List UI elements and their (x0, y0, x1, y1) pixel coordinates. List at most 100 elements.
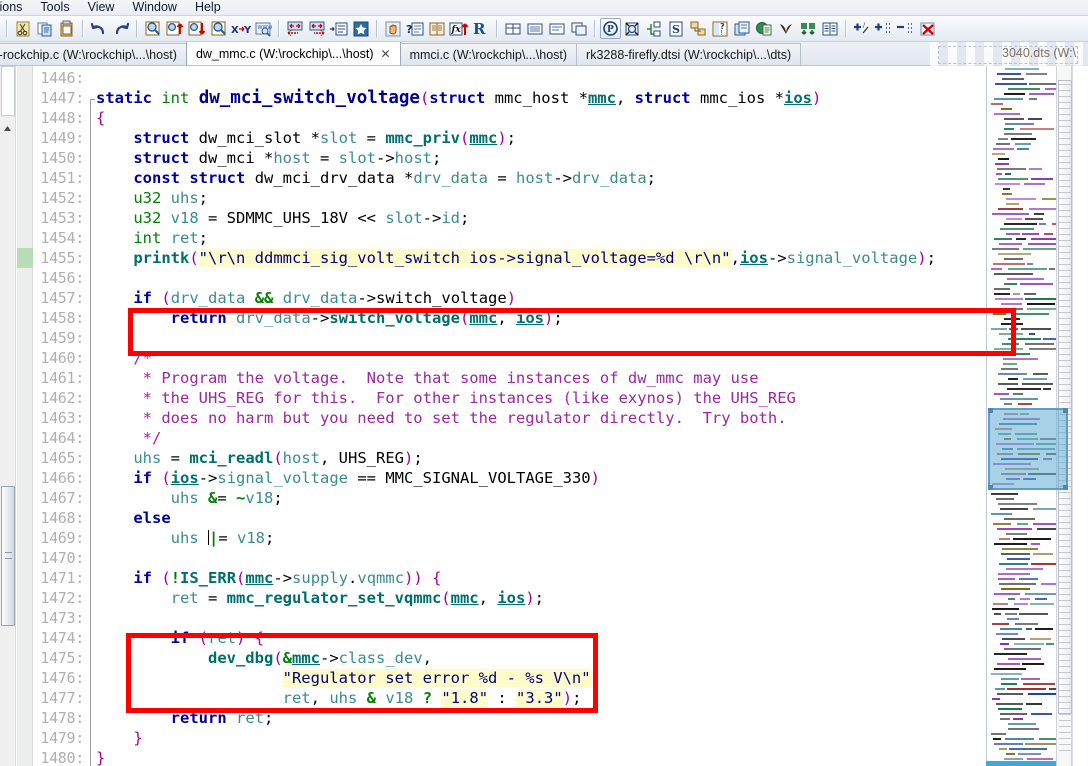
minimap-scroll-tick (1059, 576, 1071, 577)
code-line[interactable]: if (ret) { (96, 628, 986, 648)
symbol-window-icon[interactable]: S (665, 18, 687, 40)
vertical-split-icon[interactable] (546, 18, 568, 40)
code-line[interactable]: ret, uhs & v18 ? "1.8" : "3.3"); (96, 688, 986, 708)
outer-vertical-scrollbar[interactable] (0, 66, 16, 766)
code-line[interactable]: if (drv_data && drv_data->switch_voltage… (96, 288, 986, 308)
minimap-scroll-tick (1059, 618, 1071, 619)
tile-windows-icon[interactable] (502, 18, 524, 40)
code-line[interactable]: if (ios->signal_voltage == MMC_SIGNAL_VO… (96, 468, 986, 488)
code-line[interactable]: */ (96, 428, 986, 448)
horizontal-split-icon[interactable] (524, 18, 546, 40)
code-line[interactable]: dev_dbg(&mmc->class_dev, (96, 648, 986, 668)
code-line[interactable]: uhs &= ~v18; (96, 488, 986, 508)
relation-table-icon[interactable] (819, 18, 841, 40)
code-line[interactable]: int ret; (96, 228, 986, 248)
search-down-icon[interactable] (186, 18, 208, 40)
minimap-viewport[interactable] (988, 408, 1068, 490)
code-line[interactable] (96, 328, 986, 348)
minimap-code-line (997, 73, 1021, 75)
relation-icon[interactable] (687, 18, 709, 40)
remove-file-icon[interactable] (895, 18, 917, 40)
add-remove-icon[interactable]: / (851, 18, 873, 40)
minimap-code-line (1024, 293, 1036, 295)
tab-rk3288-firefly-dtsi[interactable]: rk3288-firefly.dtsi (W:\rockchip\...\dts… (576, 43, 802, 65)
code-line[interactable]: else (96, 508, 986, 528)
redo-icon[interactable] (110, 18, 132, 40)
copy-icon[interactable] (34, 18, 56, 40)
duplicate-window-icon[interactable] (568, 18, 590, 40)
minimap-scroll-tick (1059, 246, 1071, 247)
undo-icon[interactable] (88, 18, 110, 40)
clip-window-icon[interactable] (731, 18, 753, 40)
browse-icon[interactable] (753, 18, 775, 40)
code-line[interactable]: struct dw_mci_slot *slot = mmc_priv(mmc)… (96, 128, 986, 148)
code-line[interactable]: * Program the voltage. Note that some in… (96, 368, 986, 388)
goto-line-icon[interactable] (328, 18, 350, 40)
compare-icon[interactable] (797, 18, 819, 40)
code-line[interactable]: printk("\r\n ddmmci_sig_volt_switch ios-… (96, 248, 986, 268)
code-line[interactable] (96, 268, 986, 288)
search-file-icon[interactable] (208, 18, 230, 40)
minimap-scroll-tick (1059, 546, 1071, 547)
menu-help[interactable]: Help (186, 0, 230, 15)
code-line[interactable] (96, 548, 986, 568)
code-line[interactable] (96, 68, 986, 88)
add-file-icon[interactable] (873, 18, 895, 40)
search-up-icon[interactable] (164, 18, 186, 40)
code-minimap[interactable] (986, 66, 1088, 766)
menu-options[interactable]: tions (0, 0, 31, 15)
code-line[interactable]: * the UHS_REG for this. For other instan… (96, 388, 986, 408)
scrollbar-thumb[interactable] (1, 486, 15, 626)
tab-mmci-c[interactable]: mmci.c (W:\rockchip\...\host) (399, 43, 578, 65)
context-window-icon[interactable]: ?! (709, 18, 731, 40)
minimap-code-line (997, 528, 1032, 530)
search-icon[interactable] (142, 18, 164, 40)
code-line[interactable]: uhs |= v18; (96, 528, 986, 548)
code-line[interactable]: const struct dw_mci_drv_data *drv_data =… (96, 168, 986, 188)
web-search-icon[interactable]: WWW (252, 18, 274, 40)
code-line[interactable]: u32 v18 = SDMMC_UHS_18V << slot->id; (96, 208, 986, 228)
drag-hand-icon[interactable] (382, 18, 404, 40)
code-fold-column[interactable] (86, 66, 96, 766)
project-icon[interactable]: P (600, 18, 621, 39)
code-line[interactable]: } (96, 748, 986, 766)
code-line[interactable]: "Regulator set error %d - %s V\n", (96, 668, 986, 688)
code-line[interactable]: uhs = mci_readl(host, UHS_REG); (96, 448, 986, 468)
cut-icon[interactable] (12, 18, 34, 40)
code-line[interactable] (96, 608, 986, 628)
jump-back-icon[interactable] (284, 18, 306, 40)
code-line[interactable]: /* (96, 348, 986, 368)
code-line[interactable]: static int dw_mci_switch_voltage(struct … (96, 88, 986, 108)
menu-view[interactable]: View (79, 0, 124, 15)
scroll-up-icon[interactable] (2, 121, 13, 132)
close-icon[interactable]: ✕ (381, 47, 391, 61)
project-settings-icon[interactable] (621, 18, 643, 40)
line-number: 1450: (40, 149, 84, 167)
sync-icon[interactable] (775, 18, 797, 40)
tab-dw-mmc-c[interactable]: dw_mmc.c (W:\rockchip\...\host) ✕ (185, 42, 401, 65)
menu-tools[interactable]: Tools (31, 0, 78, 15)
symbol-icon[interactable]: R (470, 18, 492, 40)
jump-forward-icon[interactable] (306, 18, 328, 40)
code-line[interactable]: u32 uhs; (96, 188, 986, 208)
close-project-icon[interactable] (917, 18, 939, 40)
tab-mmc-rockchip-c[interactable]: mc-rockchip.c (W:\rockchip\...\host) (0, 43, 187, 65)
code-text[interactable]: static int dw_mci_switch_voltage(struct … (96, 66, 986, 766)
code-line[interactable]: * does no harm but you need to set the r… (96, 408, 986, 428)
code-line[interactable]: { (96, 108, 986, 128)
code-line[interactable]: if (!IS_ERR(mmc->supply.vqmmc)) { (96, 568, 986, 588)
paste-icon[interactable] (56, 18, 78, 40)
replace-icon[interactable]: XY (230, 18, 252, 40)
code-line[interactable]: struct dw_mci *host = slot->host; (96, 148, 986, 168)
code-line[interactable]: ret = mmc_regulator_set_vqmmc(mmc, ios); (96, 588, 986, 608)
outline-icon[interactable] (643, 18, 665, 40)
bookmark-icon[interactable] (350, 18, 372, 40)
line-number: 1456: (40, 269, 84, 287)
context-help-icon[interactable]: ? (404, 18, 426, 40)
function-icon[interactable]: fx (448, 18, 470, 40)
code-line[interactable]: return ret; (96, 708, 986, 728)
code-line[interactable]: } (96, 728, 986, 748)
menu-window[interactable]: Window (123, 0, 185, 15)
reference-icon[interactable] (426, 18, 448, 40)
code-line[interactable]: return drv_data->switch_voltage(mmc, ios… (96, 308, 986, 328)
